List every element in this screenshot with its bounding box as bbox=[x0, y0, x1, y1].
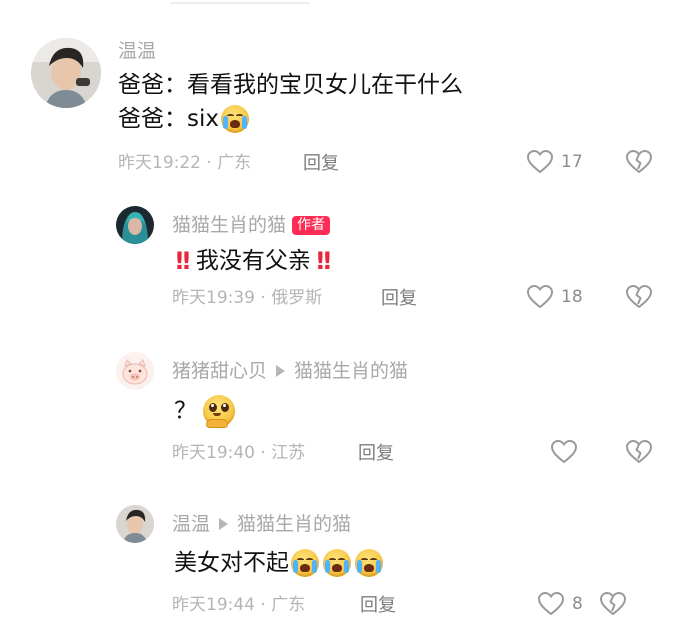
loudly-crying-face-emoji bbox=[355, 549, 383, 577]
comment-text-line: ？ bbox=[174, 397, 197, 424]
author-badge: 作者 bbox=[292, 216, 331, 236]
reply-to-name[interactable]: 猫猫生肖的猫 bbox=[294, 360, 408, 382]
comment-meta: 昨天19:39 · 俄罗斯 bbox=[172, 288, 323, 308]
broken-heart-icon bbox=[626, 440, 652, 463]
comment-text: ？ bbox=[174, 395, 235, 428]
broken-heart-icon bbox=[626, 150, 652, 173]
heart-outline-icon bbox=[538, 592, 564, 616]
reply-arrow-icon bbox=[219, 518, 229, 530]
avatar[interactable] bbox=[31, 38, 101, 108]
comment-text-line: 美女对不起 bbox=[174, 549, 289, 576]
reply-button[interactable]: 回复 bbox=[360, 597, 396, 615]
heart-outline-icon bbox=[551, 440, 577, 464]
author-name[interactable]: 温温 bbox=[172, 513, 210, 535]
comment-text: 美女对不起 bbox=[174, 549, 383, 577]
avatar[interactable] bbox=[116, 206, 154, 244]
pleading-face-emoji bbox=[203, 395, 235, 428]
dislike-button[interactable] bbox=[626, 440, 652, 464]
comment-text: 爸爸：看看我的宝贝女儿在干什么 bbox=[118, 74, 463, 97]
comment-text-line: 爸爸：看看我的宝贝女儿在干什么 bbox=[118, 72, 463, 98]
dislike-button[interactable] bbox=[600, 592, 626, 616]
comment-text: !! 我没有父亲 !! bbox=[174, 247, 333, 275]
broken-heart-icon bbox=[600, 592, 626, 615]
heart-outline-icon bbox=[527, 150, 553, 174]
author-name[interactable]: 猪猪甜心贝 bbox=[172, 360, 267, 382]
like-button[interactable]: 18 bbox=[527, 285, 583, 309]
comment-author[interactable]: 猫猫生肖的猫 作者 bbox=[172, 214, 331, 236]
reply-button[interactable]: 回复 bbox=[358, 445, 394, 463]
reply-to-name[interactable]: 猫猫生肖的猫 bbox=[237, 513, 351, 535]
comment-author[interactable]: 猪猪甜心贝 猫猫生肖的猫 bbox=[172, 362, 408, 381]
comment-text-line: 爸爸：six bbox=[118, 105, 219, 132]
comment-text: 爸爸：six bbox=[118, 105, 249, 133]
loudly-crying-face-emoji bbox=[291, 549, 319, 577]
avatar[interactable] bbox=[116, 352, 154, 390]
double-exclamation-icon: !! bbox=[174, 247, 192, 275]
heart-outline-icon bbox=[527, 285, 553, 309]
comment-meta: 昨天19:44 · 广东 bbox=[172, 595, 306, 615]
dislike-button[interactable] bbox=[626, 150, 652, 174]
like-button[interactable] bbox=[551, 440, 585, 464]
avatar[interactable] bbox=[116, 505, 154, 543]
reply-button[interactable]: 回复 bbox=[303, 155, 339, 173]
loudly-crying-face-emoji bbox=[323, 549, 351, 577]
reply-button[interactable]: 回复 bbox=[381, 290, 417, 308]
like-button[interactable]: 8 bbox=[538, 592, 583, 616]
comment-author[interactable]: 温温 bbox=[118, 42, 156, 61]
like-count: 18 bbox=[561, 286, 583, 307]
reply-arrow-icon bbox=[276, 365, 286, 377]
dislike-button[interactable] bbox=[626, 285, 652, 309]
like-button[interactable]: 17 bbox=[527, 150, 583, 174]
like-count: 17 bbox=[561, 151, 583, 172]
loudly-crying-face-emoji bbox=[220, 105, 249, 133]
comment-meta: 昨天19:22 · 广东 bbox=[118, 153, 252, 173]
comment-meta: 昨天19:40 · 江苏 bbox=[172, 443, 306, 463]
comment-text-line: 我没有父亲 bbox=[195, 247, 311, 274]
like-count: 8 bbox=[572, 593, 583, 614]
comment-thread: 温温 爸爸：看看我的宝贝女儿在干什么 爸爸：six 昨天19:22 · 广东 回… bbox=[0, 0, 690, 621]
author-name[interactable]: 猫猫生肖的猫 bbox=[172, 214, 286, 236]
cropped-previous-comment bbox=[170, 0, 310, 4]
double-exclamation-icon: !! bbox=[314, 247, 333, 275]
broken-heart-icon bbox=[626, 285, 652, 308]
comment-author[interactable]: 温温 猫猫生肖的猫 bbox=[172, 515, 351, 534]
